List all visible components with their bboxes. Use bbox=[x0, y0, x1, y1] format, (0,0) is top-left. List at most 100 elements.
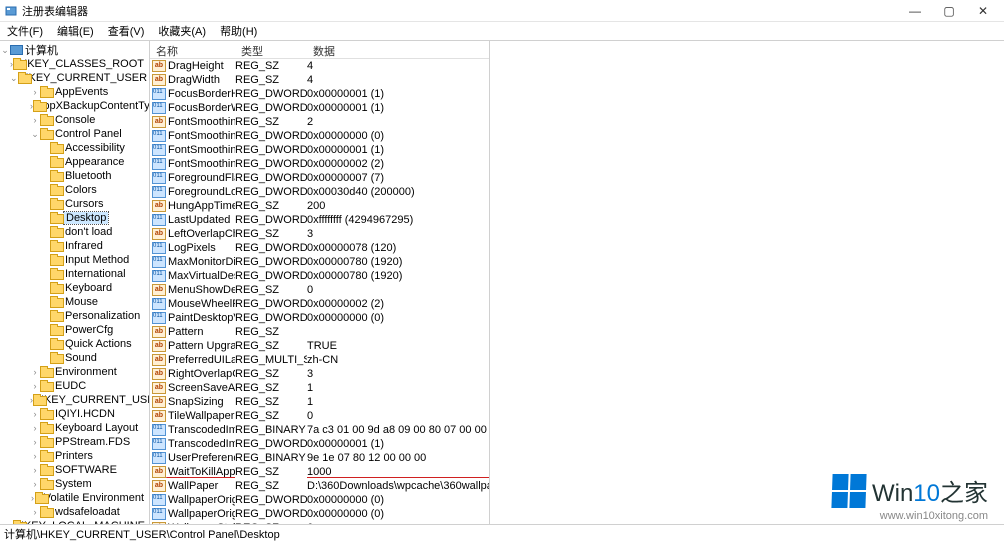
tree-item[interactable]: don't load bbox=[0, 225, 149, 239]
expand-toggle-icon[interactable]: ⌄ bbox=[30, 129, 40, 140]
registry-value-row[interactable]: SnapSizingREG_SZ1 bbox=[150, 395, 489, 409]
tree-item[interactable]: Infrared bbox=[0, 239, 149, 253]
tree-item[interactable]: Mouse bbox=[0, 295, 149, 309]
tree-item[interactable]: ›SOFTWARE bbox=[0, 463, 149, 477]
minimize-button[interactable]: — bbox=[898, 1, 932, 21]
tree-item[interactable]: ⌄计算机 bbox=[0, 43, 149, 57]
registry-value-row[interactable]: RightOverlapC...REG_SZ3 bbox=[150, 367, 489, 381]
registry-value-row[interactable]: WallPaperREG_SZD:\360Downloads\wpcache\3… bbox=[150, 479, 489, 493]
expand-toggle-icon[interactable]: › bbox=[30, 451, 40, 461]
registry-value-row[interactable]: TileWallpaperREG_SZ0 bbox=[150, 409, 489, 423]
expand-toggle-icon[interactable]: › bbox=[30, 479, 40, 489]
tree-item[interactable]: Keyboard bbox=[0, 281, 149, 295]
tree-item[interactable]: PowerCfg bbox=[0, 323, 149, 337]
registry-value-row[interactable]: MenuShowDel...REG_SZ0 bbox=[150, 283, 489, 297]
tree-item[interactable]: Cursors bbox=[0, 197, 149, 211]
registry-value-row[interactable]: PaintDesktopV...REG_DWORD0x00000000 (0) bbox=[150, 311, 489, 325]
registry-value-row[interactable]: Pattern Upgra...REG_SZTRUE bbox=[150, 339, 489, 353]
expand-toggle-icon[interactable]: › bbox=[30, 437, 40, 447]
registry-value-row[interactable]: FontSmoothin...REG_DWORD0x00000000 (0) bbox=[150, 129, 489, 143]
registry-value-row[interactable]: LastUpdatedREG_DWORD0xffffffff (42949672… bbox=[150, 213, 489, 227]
registry-value-row[interactable]: HungAppTime...REG_SZ200 bbox=[150, 199, 489, 213]
tree-item[interactable]: Accessibility bbox=[0, 141, 149, 155]
registry-value-row[interactable]: FocusBorderH...REG_DWORD0x00000001 (1) bbox=[150, 87, 489, 101]
tree-item[interactable]: ›Console bbox=[0, 113, 149, 127]
registry-value-row[interactable]: MouseWheelR...REG_DWORD0x00000002 (2) bbox=[150, 297, 489, 311]
expand-toggle-icon[interactable]: › bbox=[30, 423, 40, 433]
tree-item[interactable]: ›AppXBackupContentTy bbox=[0, 99, 149, 113]
menu-file[interactable]: 文件(F) bbox=[4, 22, 46, 40]
expand-toggle-icon[interactable]: › bbox=[30, 115, 40, 125]
registry-value-row[interactable]: LogPixelsREG_DWORD0x00000078 (120) bbox=[150, 241, 489, 255]
maximize-button[interactable]: ▢ bbox=[932, 1, 966, 21]
tree-item[interactable]: Appearance bbox=[0, 155, 149, 169]
expand-toggle-icon[interactable]: › bbox=[30, 381, 40, 391]
registry-value-row[interactable]: LeftOverlapCh...REG_SZ3 bbox=[150, 227, 489, 241]
tree-item[interactable]: ›IQIYI.HCDN bbox=[0, 407, 149, 421]
value-data: 0x00000000 (0) bbox=[307, 130, 489, 142]
tree-item[interactable]: ›wdsafeloadat bbox=[0, 505, 149, 519]
tree-item[interactable]: ⌄HKEY_CURRENT_USER bbox=[0, 71, 149, 85]
expand-toggle-icon[interactable]: › bbox=[30, 409, 40, 419]
value-type: REG_MULTI_SZ bbox=[235, 354, 307, 366]
registry-value-row[interactable]: UserPreferenc...REG_BINARY9e 1e 07 80 12… bbox=[150, 451, 489, 465]
tree-item[interactable]: Colors bbox=[0, 183, 149, 197]
tree-item[interactable]: Sound bbox=[0, 351, 149, 365]
expand-toggle-icon[interactable]: › bbox=[30, 507, 40, 517]
col-header-name[interactable]: 名称 bbox=[150, 41, 235, 58]
tree-item[interactable]: ›PPStream.FDS bbox=[0, 435, 149, 449]
registry-value-row[interactable]: WallpaperOrig...REG_DWORD0x00000000 (0) bbox=[150, 507, 489, 521]
tree-item[interactable]: Input Method bbox=[0, 253, 149, 267]
value-name: DragWidth bbox=[168, 74, 220, 86]
tree-item[interactable]: ›HKEY_LOCAL_MACHINE bbox=[0, 519, 149, 524]
tree-view[interactable]: ⌄计算机›HKEY_CLASSES_ROOT⌄HKEY_CURRENT_USER… bbox=[0, 41, 150, 524]
registry-value-row[interactable]: TranscodedIm...REG_DWORD0x00000001 (1) bbox=[150, 437, 489, 451]
tree-item[interactable]: ›Keyboard Layout bbox=[0, 421, 149, 435]
tree-item[interactable]: International bbox=[0, 267, 149, 281]
tree-item[interactable]: ›EUDC bbox=[0, 379, 149, 393]
registry-value-row[interactable]: FocusBorderW...REG_DWORD0x00000001 (1) bbox=[150, 101, 489, 115]
expand-toggle-icon[interactable]: › bbox=[30, 367, 40, 377]
tree-item[interactable]: ›AppEvents bbox=[0, 85, 149, 99]
tree-item[interactable]: Bluetooth bbox=[0, 169, 149, 183]
tree-item[interactable]: Quick Actions bbox=[0, 337, 149, 351]
registry-value-row[interactable]: FontSmoothingREG_SZ2 bbox=[150, 115, 489, 129]
tree-item[interactable]: ›HKEY_CURRENT_USER bbox=[0, 393, 149, 407]
menu-edit[interactable]: 编辑(E) bbox=[54, 22, 97, 40]
menu-favorites[interactable]: 收藏夹(A) bbox=[155, 22, 209, 40]
expand-toggle-icon[interactable]: ⌄ bbox=[10, 73, 18, 84]
registry-value-row[interactable]: MaxMonitorDi...REG_DWORD0x00000780 (1920… bbox=[150, 255, 489, 269]
registry-value-row[interactable]: WallpaperStyleREG_SZ6 bbox=[150, 521, 489, 524]
registry-value-row[interactable]: WaitToKillApp...REG_SZ1000 bbox=[150, 465, 489, 479]
list-body[interactable]: DragHeightREG_SZ4DragWidthREG_SZ4FocusBo… bbox=[150, 59, 489, 524]
tree-item[interactable]: ›Printers bbox=[0, 449, 149, 463]
expand-toggle-icon[interactable]: › bbox=[30, 87, 40, 97]
registry-value-row[interactable]: TranscodedIm...REG_BINARY7a c3 01 00 9d … bbox=[150, 423, 489, 437]
expand-toggle-icon[interactable]: ⌄ bbox=[0, 45, 10, 56]
registry-value-row[interactable]: PatternREG_SZ bbox=[150, 325, 489, 339]
expand-toggle-icon[interactable]: › bbox=[30, 465, 40, 475]
menu-help[interactable]: 帮助(H) bbox=[217, 22, 260, 40]
tree-item[interactable]: Desktop bbox=[0, 211, 149, 225]
registry-value-row[interactable]: DragHeightREG_SZ4 bbox=[150, 59, 489, 73]
registry-value-row[interactable]: MaxVirtualDes...REG_DWORD0x00000780 (192… bbox=[150, 269, 489, 283]
close-button[interactable]: ✕ bbox=[966, 1, 1000, 21]
tree-item[interactable]: ›Volatile Environment bbox=[0, 491, 149, 505]
col-header-data[interactable]: 数据 bbox=[307, 41, 489, 58]
registry-value-row[interactable]: FontSmoothin...REG_DWORD0x00000002 (2) bbox=[150, 157, 489, 171]
tree-item[interactable]: Personalization bbox=[0, 309, 149, 323]
registry-value-row[interactable]: FontSmoothin...REG_DWORD0x00000001 (1) bbox=[150, 143, 489, 157]
registry-value-row[interactable]: ForegroundLo...REG_DWORD0x00030d40 (2000… bbox=[150, 185, 489, 199]
value-name: WallpaperOrig... bbox=[168, 494, 235, 506]
registry-value-row[interactable]: DragWidthREG_SZ4 bbox=[150, 73, 489, 87]
registry-value-row[interactable]: ForegroundFla...REG_DWORD0x00000007 (7) bbox=[150, 171, 489, 185]
registry-value-row[interactable]: ScreenSaveAc...REG_SZ1 bbox=[150, 381, 489, 395]
tree-item[interactable]: ›Environment bbox=[0, 365, 149, 379]
col-header-type[interactable]: 类型 bbox=[235, 41, 307, 58]
tree-item[interactable]: ⌄Control Panel bbox=[0, 127, 149, 141]
menu-view[interactable]: 查看(V) bbox=[105, 22, 148, 40]
tree-item[interactable]: ›System bbox=[0, 477, 149, 491]
registry-value-row[interactable]: PreferredUILa...REG_MULTI_SZzh-CN bbox=[150, 353, 489, 367]
tree-item[interactable]: ›HKEY_CLASSES_ROOT bbox=[0, 57, 149, 71]
registry-value-row[interactable]: WallpaperOrig...REG_DWORD0x00000000 (0) bbox=[150, 493, 489, 507]
